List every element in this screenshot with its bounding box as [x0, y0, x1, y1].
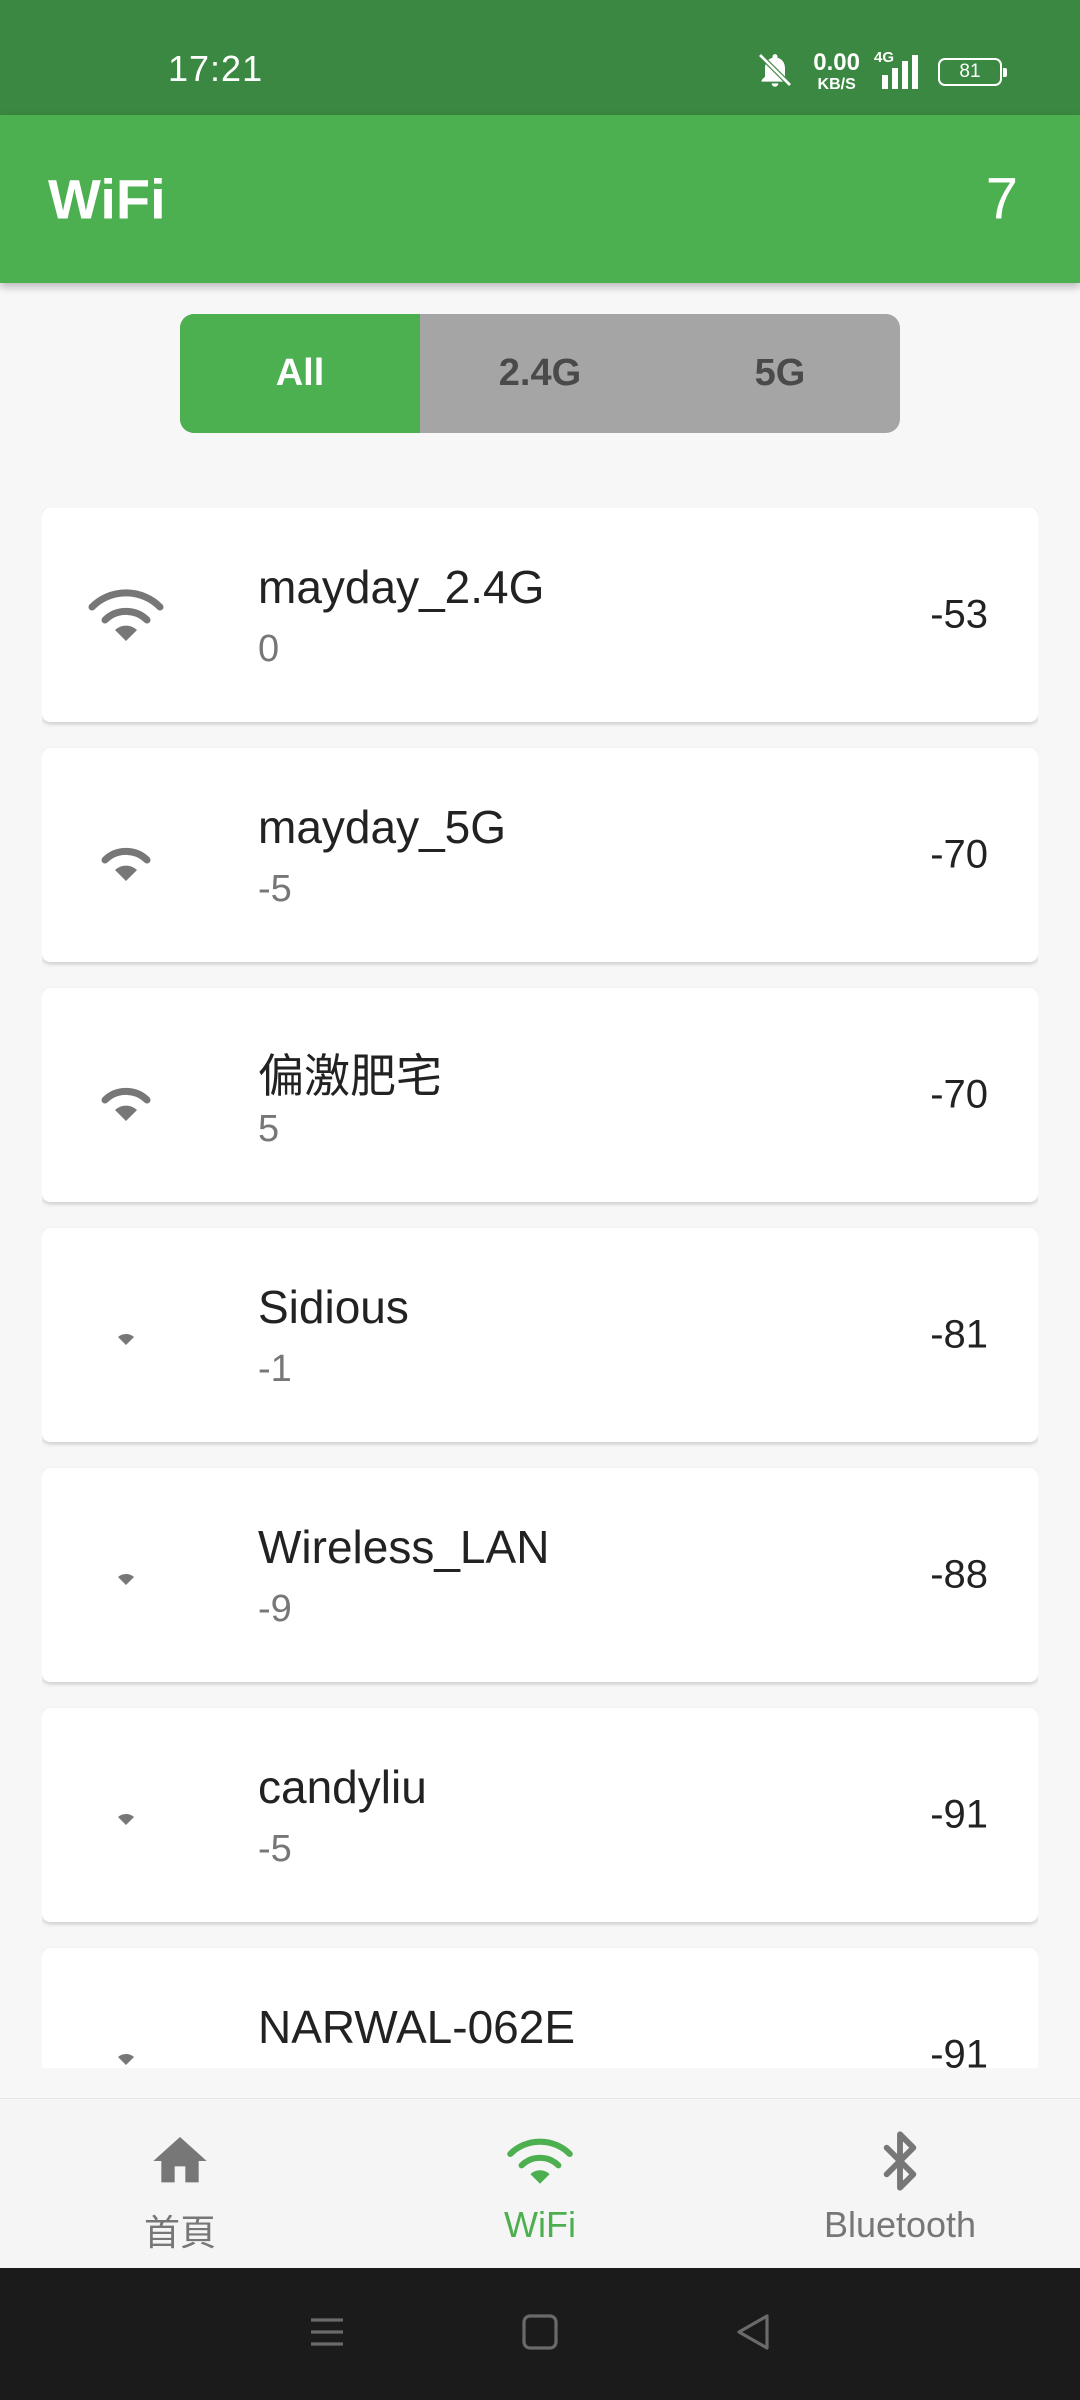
nav-wifi[interactable]: WiFi — [360, 2099, 720, 2268]
wifi-medium-icon — [86, 825, 166, 885]
home-icon — [145, 2129, 215, 2198]
wifi-weak-icon — [86, 2025, 166, 2068]
nav-home-label: 首頁 — [143, 2212, 216, 2253]
wifi-strong-icon — [86, 585, 166, 645]
network-list[interactable]: mayday_2.4G 0 -53 mayday_5G -5 -70 偏激肥宅 … — [42, 508, 1038, 2068]
filter-2-4g[interactable]: 2.4G — [420, 314, 660, 433]
network-detail: -1 — [258, 1348, 292, 1390]
filter-5g[interactable]: 5G — [660, 314, 900, 433]
network-ssid: Sidious — [258, 1281, 409, 1333]
network-ssid: NARWAL-062E — [258, 2001, 576, 2053]
wifi-icon — [505, 2129, 575, 2198]
network-card[interactable]: mayday_5G -5 -70 — [42, 748, 1038, 962]
net-speed: 0.00 KB/S — [813, 49, 860, 93]
status-bar: 17:21 0.00 KB/S 4G 81 — [0, 0, 1080, 115]
network-card[interactable]: candyliu -5 -91 — [42, 1708, 1038, 1922]
network-card[interactable]: 偏激肥宅 5 -70 — [42, 988, 1038, 1202]
network-card[interactable]: NARWAL-062E -91 — [42, 1948, 1038, 2068]
network-card[interactable]: Wireless_LAN -9 -88 — [42, 1468, 1038, 1682]
network-rssi: -81 — [930, 1312, 988, 1357]
cell-signal-icon: 4G — [874, 49, 922, 89]
wifi-medium-icon — [86, 1065, 166, 1125]
app-bar: WiFi 7 — [0, 115, 1080, 283]
nav-home[interactable]: 首頁 — [0, 2099, 360, 2268]
page-title: WiFi — [48, 167, 166, 231]
network-count: 7 — [985, 166, 1018, 232]
wifi-weak-icon — [86, 1305, 166, 1365]
wifi-weak-icon — [86, 1785, 166, 1845]
network-rssi: -70 — [930, 832, 988, 877]
network-detail: -5 — [258, 1828, 292, 1870]
status-time: 17:21 — [168, 48, 264, 89]
bluetooth-icon — [865, 2129, 935, 2198]
network-ssid: mayday_5G — [258, 801, 507, 853]
nav-wifi-label: WiFi — [504, 2204, 576, 2245]
battery-icon: 81 — [938, 58, 1007, 86]
system-navigation-bar — [0, 2268, 1080, 2400]
nav-bluetooth[interactable]: Bluetooth — [720, 2099, 1080, 2268]
band-filter: All 2.4G 5G — [180, 314, 900, 433]
wifi-weak-icon — [86, 1545, 166, 1605]
status-icons: 0.00 KB/S 4G 81 — [753, 49, 1007, 95]
network-detail: -5 — [258, 868, 292, 910]
back-icon[interactable] — [729, 2308, 777, 2361]
network-rssi: -53 — [930, 592, 988, 637]
network-detail: -9 — [258, 1588, 292, 1630]
network-card[interactable]: Sidious -1 -81 — [42, 1228, 1038, 1442]
network-ssid: candyliu — [258, 1761, 427, 1813]
menu-icon[interactable] — [303, 2308, 351, 2361]
network-rssi: -88 — [930, 1552, 988, 1597]
network-rssi: -70 — [930, 1072, 988, 1117]
network-detail: 5 — [258, 1108, 280, 1150]
home-button-icon[interactable] — [516, 2308, 564, 2361]
network-card[interactable]: mayday_2.4G 0 -53 — [42, 508, 1038, 722]
bottom-navigation: 首頁 WiFi Bluetooth — [0, 2098, 1080, 2268]
network-ssid: Wireless_LAN — [258, 1521, 550, 1573]
filter-all[interactable]: All — [180, 314, 420, 433]
mute-icon — [753, 50, 797, 95]
network-rssi: -91 — [930, 1792, 988, 1837]
network-ssid: 偏激肥宅 — [258, 1050, 442, 1102]
nav-bluetooth-label: Bluetooth — [823, 2204, 977, 2245]
network-rssi: -91 — [930, 2032, 988, 2069]
network-ssid: mayday_2.4G — [258, 561, 545, 613]
network-detail: 0 — [258, 628, 280, 670]
